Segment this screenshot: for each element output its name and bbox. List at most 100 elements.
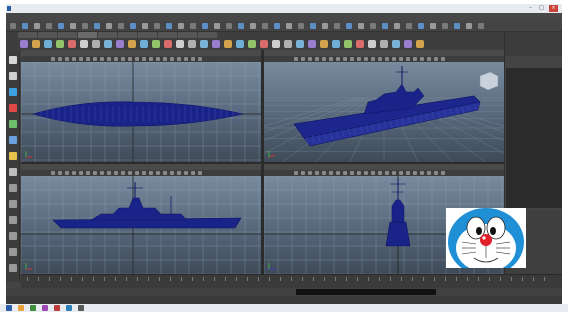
status-line-icon[interactable] (322, 23, 328, 29)
viewport-tool-icon[interactable] (114, 171, 118, 175)
viewport-tool-icon[interactable] (156, 171, 160, 175)
status-line-icon[interactable] (166, 23, 172, 29)
taskbar-app-icon[interactable] (30, 305, 36, 311)
range-slider[interactable] (6, 288, 562, 296)
viewport-tool-icon[interactable] (406, 57, 410, 61)
viewport-tool-icon[interactable] (114, 57, 118, 61)
shelf-tool-icon[interactable] (296, 40, 304, 48)
status-line-icon[interactable] (358, 23, 364, 29)
viewport-tool-icon[interactable] (51, 171, 55, 175)
shelf-tab[interactable] (178, 32, 197, 38)
shelf-tool-icon[interactable] (92, 40, 100, 48)
lasso-tool-icon[interactable] (9, 72, 17, 80)
status-line-icon[interactable] (406, 23, 412, 29)
shelf-tool-icon[interactable] (176, 40, 184, 48)
shelf-tab[interactable] (158, 32, 177, 38)
viewport-tool-icon[interactable] (441, 57, 445, 61)
status-line-icon[interactable] (298, 23, 304, 29)
viewport-tool-icon[interactable] (191, 171, 195, 175)
status-line-icon[interactable] (382, 23, 388, 29)
taskbar-app-icon[interactable] (6, 305, 12, 311)
viewport-tool-icon[interactable] (434, 57, 438, 61)
taskbar-app-icon[interactable] (66, 305, 72, 311)
viewport-tool-icon[interactable] (86, 171, 90, 175)
viewport-tool-icon[interactable] (163, 57, 167, 61)
shelf-tab[interactable] (58, 32, 77, 38)
shelf-tab[interactable] (78, 32, 97, 38)
status-line-icon[interactable] (478, 23, 484, 29)
shelf-tool-icon[interactable] (164, 40, 172, 48)
status-line-icon[interactable] (214, 23, 220, 29)
viewport-tool-icon[interactable] (413, 57, 417, 61)
viewport-tool-icon[interactable] (294, 171, 298, 175)
viewport-tool-icon[interactable] (142, 171, 146, 175)
viewport-tool-icon[interactable] (420, 171, 424, 175)
taskbar-app-icon[interactable] (78, 305, 84, 311)
viewport-tool-icon[interactable] (371, 171, 375, 175)
paint-tool-icon[interactable] (9, 88, 17, 96)
status-line-icon[interactable] (394, 23, 400, 29)
viewport-tool-icon[interactable] (364, 57, 368, 61)
manipulator-tool-icon[interactable] (9, 152, 17, 160)
viewport-tool-icon[interactable] (308, 57, 312, 61)
viewport-tool-icon[interactable] (329, 171, 333, 175)
shelf-tool-icon[interactable] (320, 40, 328, 48)
viewport-tool-icon[interactable] (65, 171, 69, 175)
viewport-tool-icon[interactable] (322, 57, 326, 61)
viewport-tool-icon[interactable] (86, 57, 90, 61)
viewport-tool-icon[interactable] (364, 171, 368, 175)
viewport-tool-icon[interactable] (392, 171, 396, 175)
viewport-tool-icon[interactable] (434, 171, 438, 175)
shelf-tool-icon[interactable] (44, 40, 52, 48)
viewport-tool-icon[interactable] (357, 57, 361, 61)
rotate-tool-icon[interactable] (9, 120, 17, 128)
shelf-tool-icon[interactable] (416, 40, 424, 48)
status-line-icon[interactable] (46, 23, 52, 29)
shelf-tool-icon[interactable] (116, 40, 124, 48)
viewport-tool-icon[interactable] (315, 57, 319, 61)
close-button[interactable]: × (549, 5, 558, 12)
layout-single-icon[interactable] (9, 184, 17, 192)
shelf-tool-icon[interactable] (248, 40, 256, 48)
status-line-icon[interactable] (106, 23, 112, 29)
shelf-tab[interactable] (198, 32, 217, 38)
shelf-tool-icon[interactable] (20, 40, 28, 48)
layout-graph-icon[interactable] (9, 248, 17, 256)
layout-four-icon[interactable] (9, 200, 17, 208)
scale-tool-icon[interactable] (9, 136, 17, 144)
shelf-tool-icon[interactable] (80, 40, 88, 48)
viewport-tool-icon[interactable] (142, 57, 146, 61)
viewport-top[interactable] (21, 50, 261, 162)
shelf-tool-icon[interactable] (152, 40, 160, 48)
viewport-tool-icon[interactable] (149, 57, 153, 61)
status-line-icon[interactable] (154, 23, 160, 29)
status-line-icon[interactable] (466, 23, 472, 29)
viewport-tool-icon[interactable] (336, 171, 340, 175)
viewport-tool-icon[interactable] (315, 171, 319, 175)
viewport-tool-icon[interactable] (65, 57, 69, 61)
shelf-tool-icon[interactable] (236, 40, 244, 48)
viewport-tool-icon[interactable] (177, 57, 181, 61)
status-line-icon[interactable] (442, 23, 448, 29)
viewport-tool-icon[interactable] (350, 171, 354, 175)
viewport-tool-icon[interactable] (93, 171, 97, 175)
viewport-tool-icon[interactable] (322, 171, 326, 175)
viewport-tool-icon[interactable] (399, 57, 403, 61)
viewport-tool-icon[interactable] (79, 57, 83, 61)
viewport-tool-icon[interactable] (177, 171, 181, 175)
layout-outliner-icon[interactable] (9, 232, 17, 240)
shelf-tool-icon[interactable] (224, 40, 232, 48)
viewport-tool-icon[interactable] (79, 171, 83, 175)
viewport-tool-icon[interactable] (441, 171, 445, 175)
viewport-tool-icon[interactable] (301, 57, 305, 61)
viewport-tool-icon[interactable] (378, 171, 382, 175)
move-tool-icon[interactable] (9, 104, 17, 112)
viewport-tool-icon[interactable] (58, 171, 62, 175)
shelf-tab[interactable] (18, 32, 37, 38)
channel-box-list[interactable] (506, 68, 562, 208)
status-line-icon[interactable] (142, 23, 148, 29)
command-line[interactable] (6, 296, 562, 304)
viewport-tool-icon[interactable] (308, 171, 312, 175)
viewport-tool-icon[interactable] (378, 57, 382, 61)
select-tool-icon[interactable] (9, 56, 17, 64)
